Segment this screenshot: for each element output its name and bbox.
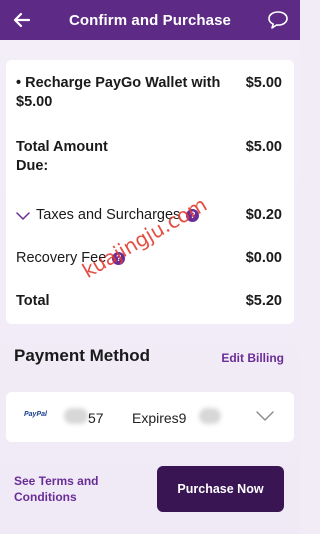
total-label: Total xyxy=(16,293,50,309)
line-item-row: • Recharge PayGo Wallet with $5.00 $5.00 xyxy=(16,74,282,112)
payment-method-heading: Payment Method xyxy=(14,346,151,365)
page-title: Confirm and Purchase xyxy=(68,11,232,29)
order-summary-card: • Recharge PayGo Wallet with $5.00 $5.00… xyxy=(6,60,294,324)
chevron-down-icon[interactable] xyxy=(256,409,274,427)
total-row: Total $5.20 xyxy=(16,292,282,311)
payment-method-selector[interactable]: PayPal 57 Expires9 xyxy=(6,392,294,442)
total-amount: $5.20 xyxy=(245,293,282,309)
line-item-label: • Recharge PayGo Wallet with $5.00 xyxy=(16,75,221,110)
redacted-expiry xyxy=(199,408,221,424)
app-header: Confirm and Purchase xyxy=(0,0,300,40)
chat-button[interactable] xyxy=(264,6,292,34)
recovery-fee-amount: $0.00 xyxy=(245,250,282,266)
total-due-amount: $5.00 xyxy=(245,139,282,155)
line-item-amount: $5.00 xyxy=(245,75,282,91)
chat-bubble-icon xyxy=(268,11,288,29)
edit-billing-link[interactable]: Edit Billing xyxy=(221,351,284,365)
taxes-amount: $0.20 xyxy=(245,207,282,223)
total-due-label: Total Amount Due: xyxy=(16,139,108,174)
card-last-digits: 57 xyxy=(88,410,104,426)
expires-label: Expires9 xyxy=(132,410,187,426)
arrow-left-icon xyxy=(13,12,31,28)
total-due-row: Total Amount Due: $5.00 xyxy=(16,138,282,176)
back-button[interactable] xyxy=(8,6,36,34)
confirm-purchase-screen: Confirm and Purchase • Recharge PayGo Wa… xyxy=(0,0,300,534)
chevron-down-icon[interactable] xyxy=(16,211,30,221)
terms-link[interactable]: See Terms and Conditions xyxy=(14,473,124,505)
redacted-card-number xyxy=(64,408,88,424)
paypal-icon: PayPal xyxy=(24,411,47,418)
recovery-fee-row: Recovery Fee ? $0.00 xyxy=(16,249,282,268)
purchase-now-button[interactable]: Purchase Now xyxy=(157,466,284,512)
